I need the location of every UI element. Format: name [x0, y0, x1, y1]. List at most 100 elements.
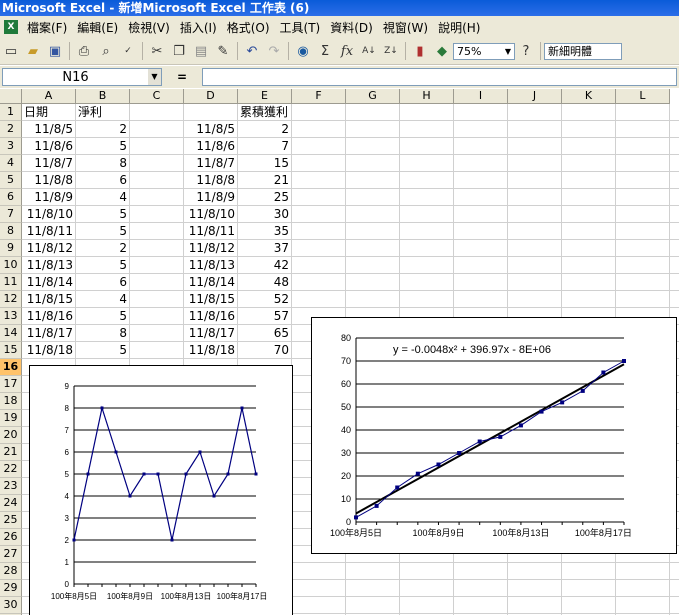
cell-cumulative-profit[interactable]: 70 [238, 342, 292, 359]
print-preview-icon[interactable]: ⌕ [96, 41, 116, 61]
cell-net-profit[interactable]: 2 [76, 121, 130, 138]
cell-cumulative-profit[interactable]: 57 [238, 308, 292, 325]
sort-ascending-icon[interactable]: A↓ [359, 41, 379, 61]
column-header-j[interactable]: J [508, 89, 562, 104]
cell-a1-header[interactable]: 日期 [22, 104, 76, 121]
menu-format[interactable]: 格式(O) [222, 19, 275, 36]
row-header-30[interactable]: 30 [0, 597, 22, 614]
zoom-select[interactable]: 75% ▼ [453, 42, 515, 60]
row-header-10[interactable]: 10 [0, 257, 22, 274]
cell-cumulative-profit[interactable]: 42 [238, 257, 292, 274]
cell-date[interactable]: 11/8/18 [184, 342, 238, 359]
cell-cumulative-profit[interactable]: 37 [238, 240, 292, 257]
cell-cumulative-profit[interactable]: 48 [238, 274, 292, 291]
row-header-27[interactable]: 27 [0, 546, 22, 563]
spelling-icon[interactable]: ✓ [118, 41, 138, 61]
column-header-g[interactable]: G [346, 89, 400, 104]
row-header-19[interactable]: 19 [0, 410, 22, 427]
paste-icon[interactable]: ▤ [191, 41, 211, 61]
row-header-7[interactable]: 7 [0, 206, 22, 223]
cell-cumulative-profit[interactable]: 2 [238, 121, 292, 138]
cell-cumulative-profit[interactable]: 35 [238, 223, 292, 240]
cell-date[interactable]: 11/8/10 [184, 206, 238, 223]
net-profit-line-chart[interactable]: 0 1 2 3 4 5 6 7 8 9 100年8月5日 100年8月9日 100年8月13日 100年8… [29, 365, 293, 615]
column-header-f[interactable]: F [292, 89, 346, 104]
cell-date[interactable]: 11/8/15 [22, 291, 76, 308]
column-header-i[interactable]: I [454, 89, 508, 104]
row-header-12[interactable]: 12 [0, 291, 22, 308]
column-header-l[interactable]: L [616, 89, 670, 104]
cell-date[interactable]: 11/8/7 [22, 155, 76, 172]
cell-cumulative-profit[interactable]: 15 [238, 155, 292, 172]
autosum-icon[interactable]: Σ [315, 41, 335, 61]
row-header-4[interactable]: 4 [0, 155, 22, 172]
cell-cumulative-profit[interactable]: 65 [238, 325, 292, 342]
cell-date[interactable]: 11/8/18 [22, 342, 76, 359]
cell-cumulative-profit[interactable]: 30 [238, 206, 292, 223]
cell-net-profit[interactable]: 5 [76, 206, 130, 223]
chart-wizard-icon[interactable]: ▮ [410, 41, 430, 61]
row-header-6[interactable]: 6 [0, 189, 22, 206]
menu-file[interactable]: 檔案(F) [22, 19, 72, 36]
sort-descending-icon[interactable]: Z↓ [381, 41, 401, 61]
cell-net-profit[interactable]: 6 [76, 274, 130, 291]
cell-date[interactable]: 11/8/7 [184, 155, 238, 172]
row-header-22[interactable]: 22 [0, 461, 22, 478]
cell-date[interactable]: 11/8/8 [22, 172, 76, 189]
row-header-29[interactable]: 29 [0, 580, 22, 597]
row-header-2[interactable]: 2 [0, 121, 22, 138]
cell-date[interactable]: 11/8/12 [184, 240, 238, 257]
cell-date[interactable]: 11/8/6 [184, 138, 238, 155]
hyperlink-icon[interactable]: ◉ [293, 41, 313, 61]
formula-input[interactable] [202, 68, 677, 86]
cell-date[interactable]: 11/8/14 [22, 274, 76, 291]
row-header-28[interactable]: 28 [0, 563, 22, 580]
menu-tools[interactable]: 工具(T) [275, 19, 326, 36]
cell-date[interactable]: 11/8/6 [22, 138, 76, 155]
column-header-d[interactable]: D [184, 89, 238, 104]
cell-net-profit[interactable]: 5 [76, 223, 130, 240]
cell-e1-header[interactable]: 累積獲利 [238, 104, 292, 121]
row-header-14[interactable]: 14 [0, 325, 22, 342]
cell-net-profit[interactable]: 5 [76, 308, 130, 325]
column-header-e[interactable]: E [238, 89, 292, 104]
cell-cumulative-profit[interactable]: 52 [238, 291, 292, 308]
help-icon[interactable]: ? [516, 41, 536, 61]
cell-date[interactable]: 11/8/5 [184, 121, 238, 138]
column-header-k[interactable]: K [562, 89, 616, 104]
column-header-h[interactable]: H [400, 89, 454, 104]
row-header-5[interactable]: 5 [0, 172, 22, 189]
row-header-15[interactable]: 15 [0, 342, 22, 359]
row-header-23[interactable]: 23 [0, 478, 22, 495]
cell-date[interactable]: 11/8/13 [22, 257, 76, 274]
save-icon[interactable]: ▣ [45, 41, 65, 61]
row-header-3[interactable]: 3 [0, 138, 22, 155]
cell-cumulative-profit[interactable]: 21 [238, 172, 292, 189]
menu-insert[interactable]: 插入(I) [175, 19, 222, 36]
row-header-9[interactable]: 9 [0, 240, 22, 257]
column-header-b[interactable]: B [76, 89, 130, 104]
row-header-16[interactable]: 16 [0, 359, 22, 376]
column-header-c[interactable]: C [130, 89, 184, 104]
cell-date[interactable]: 11/8/17 [22, 325, 76, 342]
copy-icon[interactable]: ❐ [169, 41, 189, 61]
redo-icon[interactable]: ↷ [264, 41, 284, 61]
row-header-17[interactable]: 17 [0, 376, 22, 393]
cell-net-profit[interactable]: 8 [76, 325, 130, 342]
cell-date[interactable]: 11/8/17 [184, 325, 238, 342]
cell-net-profit[interactable]: 2 [76, 240, 130, 257]
row-header-24[interactable]: 24 [0, 495, 22, 512]
cell-date[interactable]: 11/8/16 [22, 308, 76, 325]
cell-net-profit[interactable]: 5 [76, 138, 130, 155]
cell-date[interactable]: 11/8/11 [22, 223, 76, 240]
cell-date[interactable]: 11/8/9 [184, 189, 238, 206]
cell-date[interactable]: 11/8/8 [184, 172, 238, 189]
menu-edit[interactable]: 編輯(E) [72, 19, 123, 36]
menu-help[interactable]: 說明(H) [433, 19, 485, 36]
excel-app-icon[interactable]: X [4, 20, 18, 34]
cell-date[interactable]: 11/8/9 [22, 189, 76, 206]
cell-date[interactable]: 11/8/16 [184, 308, 238, 325]
drawing-icon[interactable]: ◆ [432, 41, 452, 61]
cell-net-profit[interactable]: 8 [76, 155, 130, 172]
cumulative-profit-scatter-chart[interactable]: 0 10 20 30 40 50 60 70 80 100年8月5日 100年8月9日 100年8月1… [311, 317, 677, 554]
